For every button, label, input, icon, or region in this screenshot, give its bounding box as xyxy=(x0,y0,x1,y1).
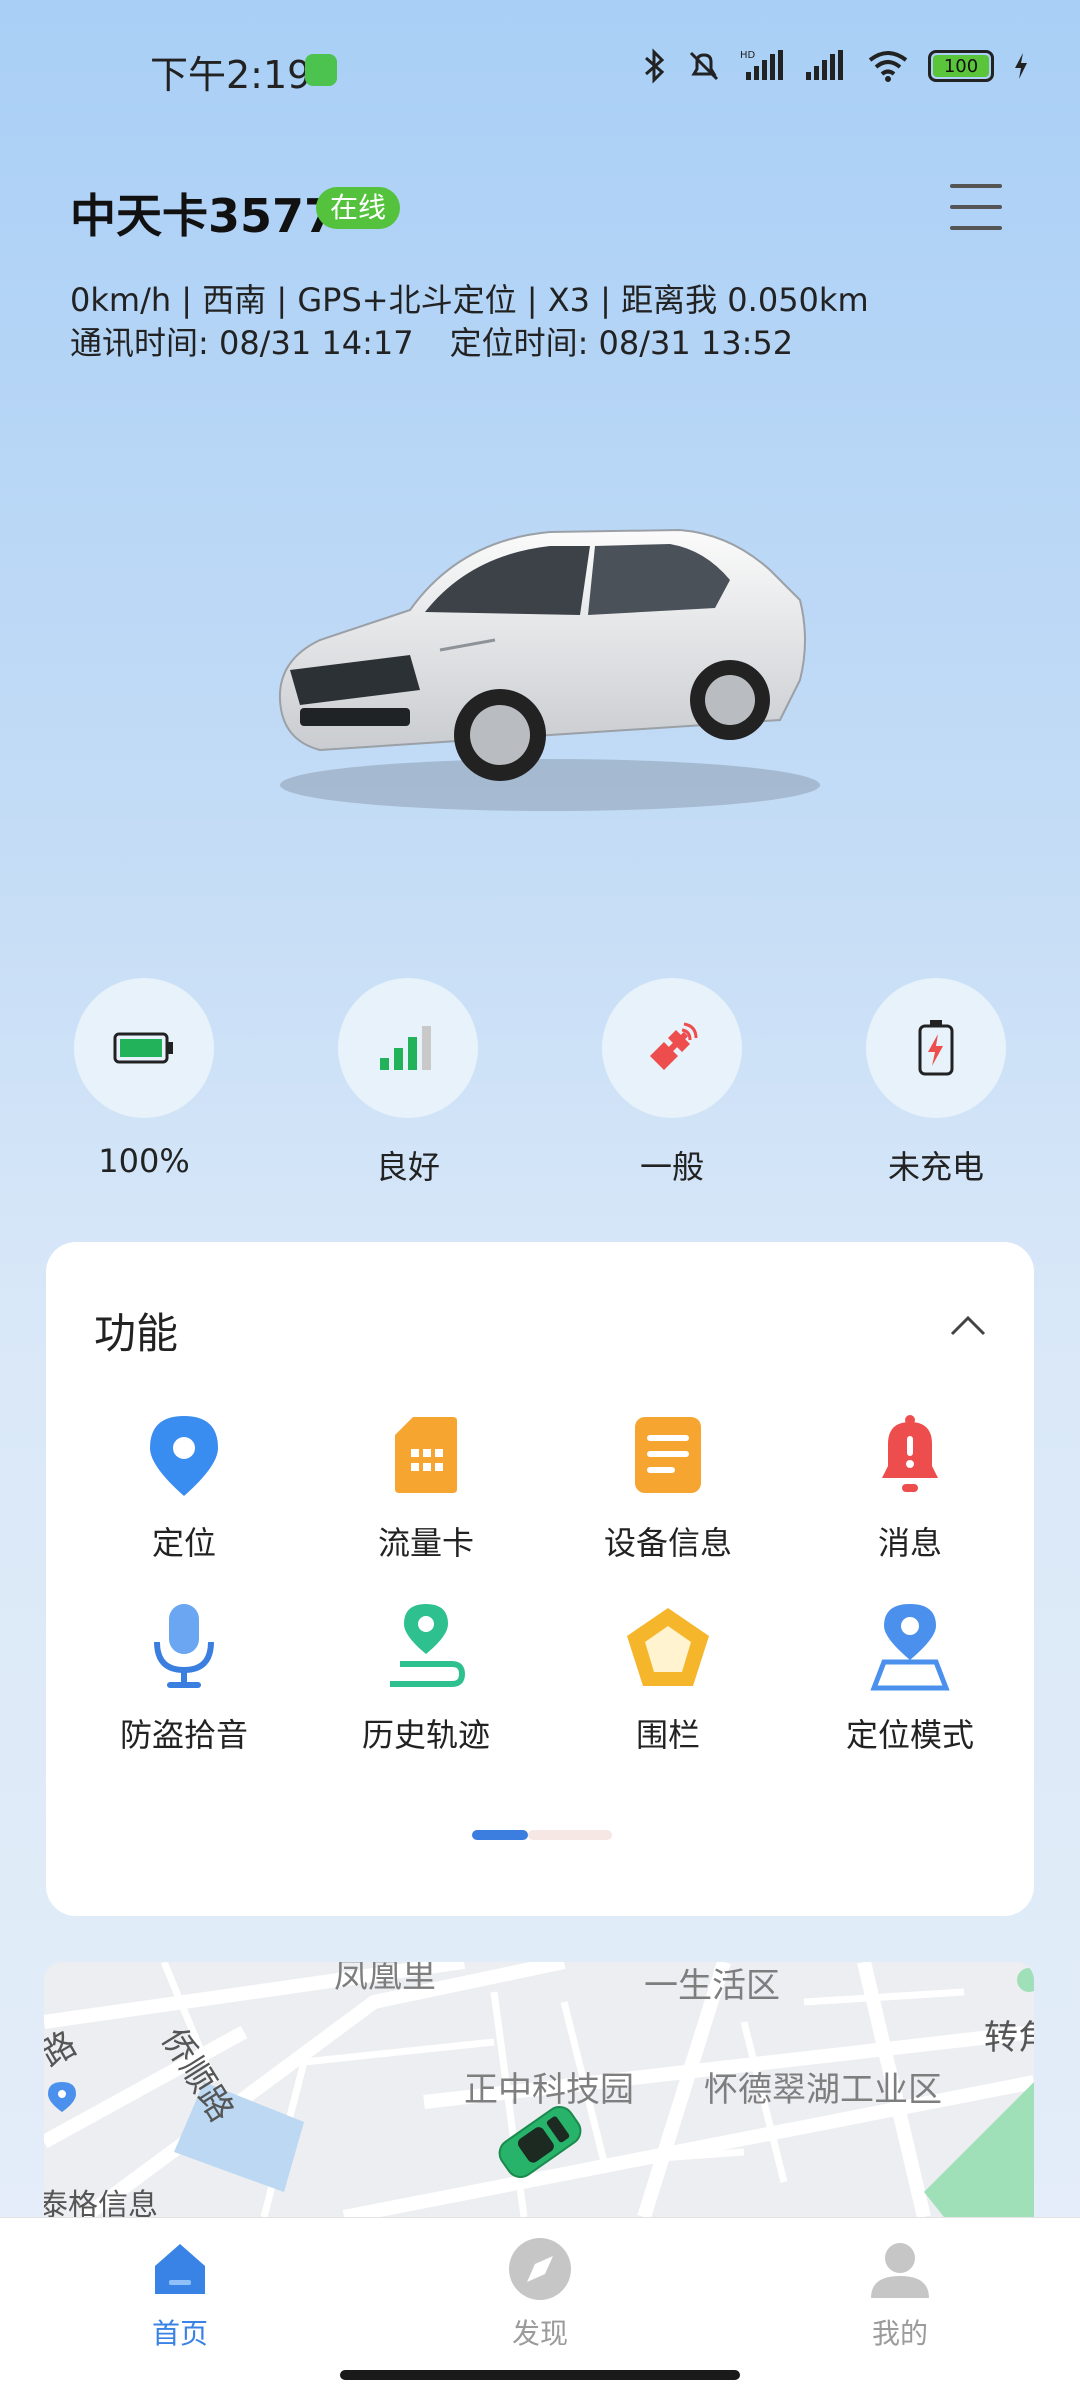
svg-text:HD: HD xyxy=(740,50,756,61)
function-sim-card-label: 流量卡 xyxy=(377,1524,474,1562)
battery-icon xyxy=(74,978,214,1118)
stat-signal: 良好 xyxy=(338,978,478,1188)
map-label: 泰格信息 xyxy=(44,2188,158,2217)
function-device-info[interactable]: 设备信息 xyxy=(568,1410,768,1564)
bluetooth-icon xyxy=(642,48,668,84)
function-history-track[interactable]: 历史轨迹 xyxy=(326,1602,526,1756)
mute-bell-icon xyxy=(686,48,722,84)
device-status-info: 0km/h | 西南 | GPS+北斗定位 | X3 | 距离我 0.050km xyxy=(70,281,869,319)
home-indicator[interactable] xyxy=(340,2370,740,2380)
stat-satellite-label: 一般 xyxy=(639,1148,704,1186)
stat-satellite: 一般 xyxy=(602,978,742,1188)
nav-home[interactable]: 首页 xyxy=(100,2234,260,2352)
function-messages-label: 消息 xyxy=(877,1524,942,1562)
bell-icon xyxy=(865,1410,955,1500)
microphone-icon xyxy=(139,1602,229,1692)
battery-status-icon: 100 xyxy=(928,50,994,82)
wifi-icon xyxy=(866,48,910,84)
map-label: 正中科技园 xyxy=(464,2070,634,2110)
function-fence-label: 围栏 xyxy=(635,1716,700,1754)
car-image xyxy=(260,500,820,820)
menu-line xyxy=(950,205,1002,209)
status-bar: 下午2:19 HD 100 xyxy=(0,0,1080,140)
stat-battery: 100% xyxy=(74,978,214,1180)
nav-home-label: 首页 xyxy=(151,2317,208,2350)
device-info-icon xyxy=(623,1410,713,1500)
function-location-label: 定位 xyxy=(151,1524,216,1562)
menu-line xyxy=(950,184,1002,188)
function-sim-card[interactable]: 流量卡 xyxy=(326,1410,526,1564)
page-dot-inactive xyxy=(528,1830,612,1840)
map-label: 怀德翠湖工业区 xyxy=(704,2070,942,2110)
app-notification-icon xyxy=(305,54,337,86)
charging-bolt-icon xyxy=(1012,51,1030,81)
compass-icon xyxy=(505,2234,575,2304)
function-location-mode[interactable]: 定位模式 xyxy=(810,1602,1010,1756)
page-dot-active xyxy=(472,1830,528,1840)
functions-card: 功能 定位 流量卡 设备信息 消息 防盗拾音 历史轨迹 围栏 定位模式 xyxy=(46,1242,1034,1916)
page-indicator xyxy=(472,1830,612,1840)
online-status-badge: 在线 xyxy=(316,187,401,229)
stat-signal-label: 良好 xyxy=(375,1148,440,1186)
stat-charging: 未充电 xyxy=(866,978,1006,1188)
status-time: 下午2:19 xyxy=(150,53,312,97)
map-label: 一生活区 xyxy=(644,1966,780,2006)
signal-icon xyxy=(338,978,478,1118)
functions-title: 功能 xyxy=(94,1309,179,1358)
nav-discover[interactable]: 发现 xyxy=(460,2234,620,2352)
cellular-signal-icon xyxy=(804,48,848,84)
cellular-signal-hd-icon: HD xyxy=(740,48,786,84)
location-pin-icon xyxy=(139,1410,229,1500)
home-icon xyxy=(145,2234,215,2304)
stat-charging-label: 未充电 xyxy=(887,1148,984,1186)
chevron-up-icon[interactable] xyxy=(948,1312,988,1338)
satellite-icon xyxy=(602,978,742,1118)
map-view[interactable]: 凤凰里 一生活区 转角 侨顺路 路 正中科技园 怀德翠湖工业区 泰格信息 xyxy=(44,1962,1034,2217)
map-label: 凤凰里 xyxy=(334,1962,436,1996)
map-label: 转角 xyxy=(984,2018,1034,2058)
charging-icon xyxy=(866,978,1006,1118)
track-icon xyxy=(381,1602,471,1692)
function-history-track-label: 历史轨迹 xyxy=(361,1716,490,1754)
menu-button[interactable] xyxy=(950,184,1002,230)
battery-level-text: 100 xyxy=(933,55,989,77)
function-location-mode-label: 定位模式 xyxy=(845,1716,974,1754)
stat-battery-label: 100% xyxy=(98,1142,190,1180)
function-location[interactable]: 定位 xyxy=(84,1410,284,1564)
locate-time: 定位时间: 08/31 13:52 xyxy=(449,324,794,362)
sim-card-icon xyxy=(381,1410,471,1500)
nav-profile-label: 我的 xyxy=(871,2317,928,2350)
function-messages[interactable]: 消息 xyxy=(810,1410,1010,1564)
comm-time: 通讯时间: 08/31 14:17 xyxy=(70,324,414,362)
status-icons: HD 100 xyxy=(642,48,1030,84)
profile-icon xyxy=(865,2234,935,2304)
function-device-info-label: 设备信息 xyxy=(603,1524,732,1562)
nav-profile[interactable]: 我的 xyxy=(820,2234,980,2352)
device-time-info: 通讯时间: 08/31 14:17 定位时间: 08/31 13:52 xyxy=(70,318,793,364)
function-fence[interactable]: 围栏 xyxy=(568,1602,768,1756)
location-mode-icon xyxy=(865,1602,955,1692)
device-name: 中天卡3577 xyxy=(70,189,337,243)
menu-line xyxy=(950,226,1002,230)
function-anti-theft-audio-label: 防盗拾音 xyxy=(119,1716,248,1754)
function-anti-theft-audio[interactable]: 防盗拾音 xyxy=(84,1602,284,1756)
nav-discover-label: 发现 xyxy=(511,2317,568,2350)
fence-icon xyxy=(623,1602,713,1692)
